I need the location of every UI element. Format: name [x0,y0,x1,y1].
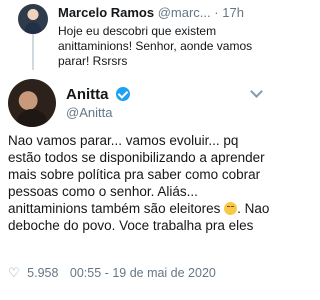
main-author-name-row[interactable]: Anitta [66,86,130,103]
verified-icon [115,87,130,101]
main-author-handle[interactable]: @Anitta [66,105,112,120]
heart-icon[interactable]: ♡ [8,265,20,281]
main-author-avatar[interactable] [8,79,56,127]
reply-text: Hoje eu descobri que existem anittaminio… [58,24,253,68]
face-emoji-icon [224,202,238,215]
tweet-footer: ♡ 5.958 00:55 - 19 de mai de 2020 [8,265,272,281]
reply-tweet[interactable]: Marcelo Ramos @marc... · 17h Hoje eu des… [0,0,277,72]
reply-author-handle[interactable]: @marc... [158,5,211,20]
chevron-down-icon[interactable] [250,85,263,98]
reply-separator-dot: · [214,5,219,20]
reply-author-avatar[interactable] [18,4,48,34]
reply-time[interactable]: 17h [222,5,244,20]
reply-header: Marcelo Ramos @marc... · 17h [58,5,273,20]
like-count[interactable]: 5.958 [27,266,58,280]
tweet-time[interactable]: 00:55 [70,266,101,280]
reply-author-name[interactable]: Marcelo Ramos [58,5,154,20]
thread-line [32,28,34,70]
main-author-name[interactable]: Anitta [66,86,109,103]
tweet-date[interactable]: 19 de mai de 2020 [112,266,216,280]
main-tweet-text: Nao vamos parar... vamos evoluir... pq e… [8,132,272,234]
